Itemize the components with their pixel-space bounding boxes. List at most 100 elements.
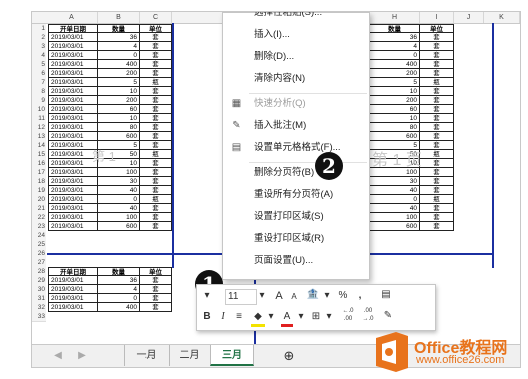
table-cell-unit[interactable]: 套: [140, 222, 172, 231]
table-cell-unit-right[interactable]: 套: [420, 213, 454, 222]
table-cell-qty[interactable]: 100: [98, 213, 140, 222]
center-align-icon[interactable]: ≡: [233, 310, 245, 324]
table-cell-qty[interactable]: 36: [98, 33, 140, 42]
table-cell-qty-right[interactable]: 600: [370, 132, 420, 141]
table-cell-unit-right[interactable]: 套: [420, 177, 454, 186]
table-cell-unit[interactable]: 套: [140, 42, 172, 51]
table-cell-date[interactable]: 2019/03/01: [48, 168, 98, 177]
table-cell-unit[interactable]: 套: [140, 285, 172, 294]
table-cell-unit-right[interactable]: 套: [420, 114, 454, 123]
page-break-vertical[interactable]: [172, 23, 174, 268]
accounting-dropdown-icon[interactable]: ▾: [323, 289, 331, 303]
table-cell-date[interactable]: 2019/03/01: [48, 87, 98, 96]
accounting-format-icon[interactable]: 🏦: [305, 288, 321, 302]
table-cell-qty[interactable]: 0: [98, 51, 140, 60]
table-cell-qty-right[interactable]: 40: [370, 204, 420, 213]
table-cell-unit-right[interactable]: 套: [420, 42, 454, 51]
table-header-cell-right[interactable]: 单位: [420, 24, 454, 33]
context-menu-item[interactable]: 页面设置(U)...: [223, 251, 369, 271]
table-cell-qty[interactable]: 400: [98, 60, 140, 69]
table-cell-date[interactable]: 2019/03/01: [48, 123, 98, 132]
column-header-h[interactable]: H: [370, 12, 420, 23]
table-cell-unit[interactable]: 套: [140, 60, 172, 69]
table-cell-unit-right[interactable]: 套: [420, 33, 454, 42]
table-cell-qty-right[interactable]: 80: [370, 123, 420, 132]
borders-icon[interactable]: ⊞: [309, 310, 323, 324]
font-size-field[interactable]: 11: [225, 289, 257, 305]
table-cell-date[interactable]: 2019/03/01: [48, 96, 98, 105]
table-header-cell[interactable]: 数量: [98, 267, 140, 276]
table-cell-unit-right[interactable]: 瓶: [420, 150, 454, 159]
table-cell-date[interactable]: 2019/03/01: [48, 159, 98, 168]
table-cell-qty[interactable]: 80: [98, 123, 140, 132]
table-cell-date[interactable]: 2019/03/01: [48, 222, 98, 231]
clear-format-icon[interactable]: ✎: [381, 309, 395, 323]
table-cell-qty-right[interactable]: 100: [370, 213, 420, 222]
next-sheet-icon[interactable]: ▶: [74, 345, 90, 366]
table-header-cell[interactable]: 开单日期: [48, 24, 98, 33]
table-cell-unit[interactable]: 套: [140, 177, 172, 186]
table-cell-date[interactable]: 2019/03/01: [48, 204, 98, 213]
page-break-vertical-right[interactable]: [492, 23, 494, 268]
column-header-b[interactable]: B: [98, 12, 140, 23]
table-cell-qty-right[interactable]: 30: [370, 177, 420, 186]
table-cell-date[interactable]: 2019/03/01: [48, 213, 98, 222]
table-cell-unit[interactable]: 套: [140, 132, 172, 141]
table-cell-unit[interactable]: 套: [140, 213, 172, 222]
table-cell-date[interactable]: 2019/03/01: [48, 69, 98, 78]
table-cell-unit[interactable]: 套: [140, 33, 172, 42]
table-cell-unit[interactable]: 套: [140, 123, 172, 132]
table-cell-unit-right[interactable]: 瓶: [420, 195, 454, 204]
table-cell-unit[interactable]: 瓶: [140, 150, 172, 159]
decrease-decimal-icon[interactable]: .00 →.0: [359, 307, 377, 323]
table-header-cell-right[interactable]: 数量: [370, 24, 420, 33]
context-menu-item[interactable]: 删除分页符(B): [223, 163, 369, 183]
fill-color-icon[interactable]: ◆: [251, 310, 265, 327]
table-cell-qty[interactable]: 10: [98, 114, 140, 123]
table-cell-qty[interactable]: 40: [98, 186, 140, 195]
context-menu-item[interactable]: 重设打印区域(R): [223, 229, 369, 249]
table-cell-qty-right[interactable]: 0: [370, 195, 420, 204]
table-cell-qty[interactable]: 400: [98, 303, 140, 312]
table-cell-qty[interactable]: 200: [98, 69, 140, 78]
table-cell-unit[interactable]: 套: [140, 204, 172, 213]
table-header-cell[interactable]: 单位: [140, 267, 172, 276]
table-cell-unit-right[interactable]: 套: [420, 87, 454, 96]
table-cell-unit-right[interactable]: 套: [420, 168, 454, 177]
table-cell-date[interactable]: 2019/03/01: [48, 60, 98, 69]
table-cell-unit-right[interactable]: 套: [420, 105, 454, 114]
table-cell-unit-right[interactable]: 套: [420, 123, 454, 132]
borders-dropdown-icon[interactable]: ▾: [325, 310, 333, 324]
table-cell-qty[interactable]: 600: [98, 132, 140, 141]
table-header-cell[interactable]: 单位: [140, 24, 172, 33]
table-cell-date[interactable]: 2019/03/01: [48, 141, 98, 150]
table-cell-qty-right[interactable]: 10: [370, 114, 420, 123]
context-menu-item[interactable]: ✎ 插入批注(M): [223, 116, 369, 136]
table-cell-qty[interactable]: 36: [98, 276, 140, 285]
table-cell-date[interactable]: 2019/03/01: [48, 42, 98, 51]
table-cell-date[interactable]: 2019/03/01: [48, 276, 98, 285]
tab-february[interactable]: 二月: [169, 345, 209, 366]
table-cell-qty[interactable]: 100: [98, 168, 140, 177]
font-color-icon[interactable]: A: [281, 310, 293, 327]
table-cell-unit-right[interactable]: 套: [420, 60, 454, 69]
table-cell-qty-right[interactable]: 600: [370, 222, 420, 231]
table-cell-qty[interactable]: 200: [98, 96, 140, 105]
table-cell-unit[interactable]: 套: [140, 141, 172, 150]
table-cell-date[interactable]: 2019/03/01: [48, 105, 98, 114]
table-cell-unit[interactable]: 套: [140, 294, 172, 303]
table-cell-unit[interactable]: 套: [140, 168, 172, 177]
table-cell-qty-right[interactable]: 0: [370, 51, 420, 60]
table-cell-unit-right[interactable]: 套: [420, 222, 454, 231]
table-cell-qty-right[interactable]: 60: [370, 105, 420, 114]
context-menu-item[interactable]: 重设所有分页符(A): [223, 185, 369, 205]
font-size-dropdown-icon[interactable]: ▾: [257, 289, 267, 303]
table-cell-unit-right[interactable]: 套: [420, 204, 454, 213]
italic-button[interactable]: I: [217, 310, 229, 324]
table-cell-unit[interactable]: 瓶: [140, 78, 172, 87]
increase-decimal-icon[interactable]: ←.0.00: [339, 307, 357, 323]
row-header[interactable]: 33: [32, 312, 46, 322]
table-cell-qty-right[interactable]: 200: [370, 96, 420, 105]
table-cell-unit[interactable]: 套: [140, 276, 172, 285]
table-cell-qty-right[interactable]: 40: [370, 186, 420, 195]
